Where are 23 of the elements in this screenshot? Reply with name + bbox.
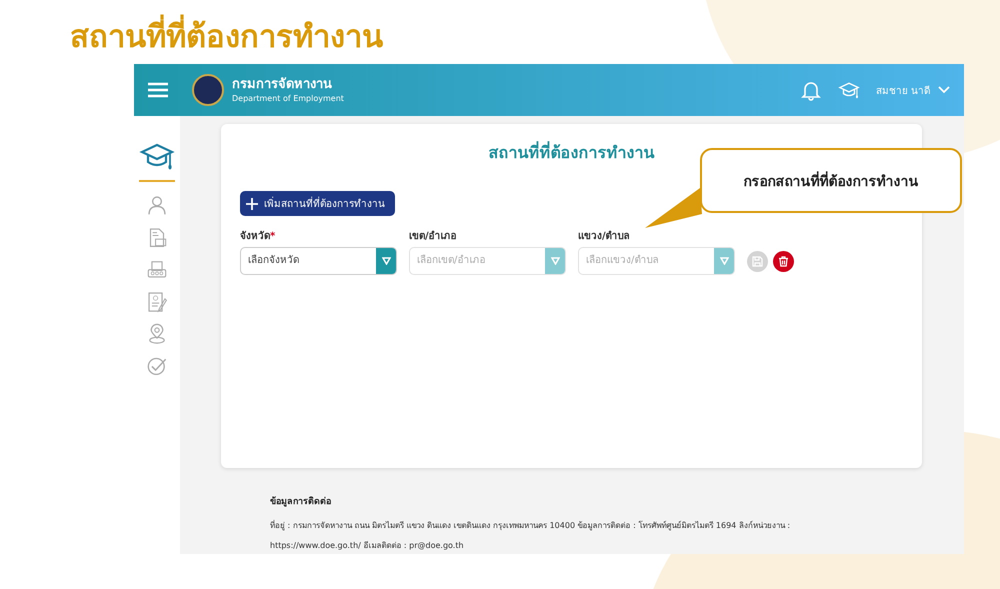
caret-down-icon (382, 257, 390, 265)
dropdown-field[interactable]: เลือกจังหวัด (240, 247, 397, 275)
slide-title: สถานที่ที่ต้องการทำงาน (70, 14, 1000, 64)
contact-info: ที่อยู่ : กรมการจัดหางาน ถนน มิตรไมตรี แขวง ดินแดง เขตดินแดง กรุงเทพมหานคร 10400 ข้อมูลการติดต่อ : โทรศัพท์ศูนย์มิตรไมตรี 1694 ลิงก์หน่วยงาน : https://www.doe.go.th/ อีเมลติดต่อ : pr@doe.go.th (270, 519, 792, 552)
caret-down-icon (720, 257, 728, 265)
trash-icon (778, 256, 789, 266)
bell-icon[interactable] (800, 79, 822, 101)
user-name[interactable]: สมชาย นาดี (876, 82, 930, 98)
caret-down-icon (550, 257, 560, 265)
card-title: สถานที่ที่ต้องการทำงาน (488, 140, 656, 164)
agency-name: กรมการจัดหางาน (232, 76, 333, 92)
contact-heading: ข้อมูลการติดต่อ (270, 495, 332, 508)
add-location-button[interactable]: เพิ่มสถานที่ที่ต้องการทำงาน (240, 191, 395, 216)
field-label: จังหวัด* (240, 230, 276, 243)
field-label: แขวง/ตำบล (578, 230, 630, 243)
menu-icon[interactable] (148, 82, 168, 98)
delete-button[interactable] (773, 250, 794, 272)
field-label: เขต/อำเภอ (409, 230, 457, 243)
plus-icon (246, 198, 258, 210)
emblem-logo (192, 74, 224, 106)
callout-bubble: กรอกสถานที่ที่ต้องการทำงาน (700, 148, 962, 213)
agency-subtitle: Department of Employment (232, 92, 344, 104)
chevron-down-icon[interactable] (938, 86, 950, 94)
